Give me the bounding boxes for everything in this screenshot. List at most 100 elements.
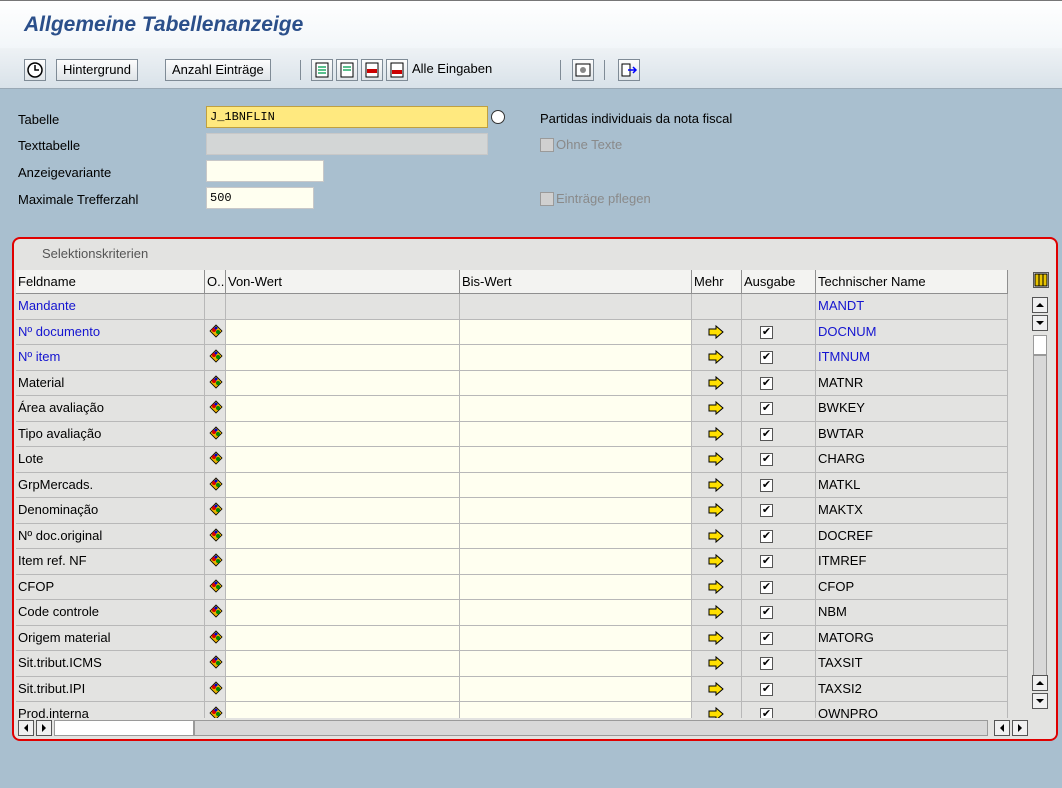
multiple-selection-arrow-icon[interactable] xyxy=(706,324,726,340)
horizontal-scrollbar[interactable] xyxy=(16,718,1056,738)
multiple-selection-arrow-icon[interactable] xyxy=(706,451,726,467)
bis-wert-input[interactable] xyxy=(460,319,692,345)
selection-option-cell[interactable] xyxy=(205,625,226,651)
selection-option-cell[interactable] xyxy=(205,600,226,626)
scroll-left-icon[interactable] xyxy=(18,720,34,736)
bis-wert-input[interactable] xyxy=(460,574,692,600)
bis-wert-input[interactable] xyxy=(460,447,692,473)
scroll-up-icon[interactable] xyxy=(1032,297,1048,313)
ausgabe-cell[interactable]: ✔ xyxy=(742,600,816,626)
von-wert-input[interactable] xyxy=(226,523,460,549)
hscroll-thumb[interactable] xyxy=(54,720,194,736)
bis-wert-input[interactable] xyxy=(460,523,692,549)
scroll-down-icon[interactable] xyxy=(1032,315,1048,331)
select-block-icon[interactable] xyxy=(361,59,383,81)
select-all-icon[interactable] xyxy=(311,59,333,81)
ausgabe-checkbox[interactable]: ✔ xyxy=(760,376,773,390)
multiple-selection-arrow-icon[interactable] xyxy=(706,426,726,442)
hscroll-track[interactable] xyxy=(194,720,988,736)
ausgabe-cell[interactable]: ✔ xyxy=(742,319,816,345)
selection-option-cell[interactable] xyxy=(205,574,226,600)
mehr-cell[interactable] xyxy=(692,319,742,345)
tabelle-input[interactable]: J_1BNFLIN xyxy=(206,106,488,128)
mehr-cell[interactable] xyxy=(692,498,742,524)
von-wert-input[interactable] xyxy=(226,421,460,447)
mehr-cell[interactable] xyxy=(692,472,742,498)
selection-option-cell[interactable] xyxy=(205,651,226,677)
selection-options-icon[interactable] xyxy=(208,450,224,472)
bis-wert-input[interactable] xyxy=(460,498,692,524)
ausgabe-checkbox[interactable]: ✔ xyxy=(760,529,773,543)
selection-option-cell[interactable] xyxy=(205,396,226,422)
ausgabe-cell[interactable]: ✔ xyxy=(742,625,816,651)
ausgabe-cell[interactable]: ✔ xyxy=(742,574,816,600)
execute-icon[interactable] xyxy=(24,59,46,81)
ausgabe-checkbox[interactable]: ✔ xyxy=(760,351,773,364)
scroll-track[interactable] xyxy=(1033,355,1047,685)
alle-eingaben-icon[interactable] xyxy=(386,59,408,81)
export-icon[interactable] xyxy=(618,59,640,81)
mehr-cell[interactable] xyxy=(692,447,742,473)
ausgabe-checkbox[interactable]: ✔ xyxy=(760,606,773,619)
multiple-selection-arrow-icon[interactable] xyxy=(706,655,726,671)
mehr-cell[interactable] xyxy=(692,651,742,677)
selection-option-cell[interactable] xyxy=(205,498,226,524)
selection-option-cell[interactable] xyxy=(205,676,226,702)
selection-option-cell[interactable] xyxy=(205,549,226,575)
column-header-ausgabe[interactable]: Ausgabe xyxy=(742,270,816,294)
ausgabe-checkbox[interactable]: ✔ xyxy=(760,478,773,492)
von-wert-input[interactable] xyxy=(226,651,460,677)
mehr-cell[interactable] xyxy=(692,421,742,447)
mehr-cell[interactable] xyxy=(692,523,742,549)
selection-options-icon[interactable] xyxy=(208,578,224,600)
mehr-cell[interactable] xyxy=(692,396,742,422)
bis-wert-input[interactable] xyxy=(460,345,692,371)
bis-wert-input[interactable] xyxy=(460,625,692,651)
ausgabe-cell[interactable]: ✔ xyxy=(742,370,816,396)
ausgabe-cell[interactable]: ✔ xyxy=(742,447,816,473)
max-trefferzahl-input[interactable]: 500 xyxy=(206,187,314,209)
selection-option-cell[interactable] xyxy=(205,345,226,371)
ausgabe-cell[interactable]: ✔ xyxy=(742,396,816,422)
multiple-selection-arrow-icon[interactable] xyxy=(706,553,726,569)
selection-options-icon[interactable] xyxy=(208,501,224,523)
ausgabe-cell[interactable]: ✔ xyxy=(742,421,816,447)
ausgabe-cell[interactable]: ✔ xyxy=(742,472,816,498)
hintergrund-button[interactable]: Hintergrund xyxy=(56,59,138,81)
ausgabe-checkbox[interactable]: ✔ xyxy=(760,631,773,645)
von-wert-input[interactable] xyxy=(226,625,460,651)
selection-options-icon[interactable] xyxy=(208,323,224,345)
anzahl-eintraege-button[interactable]: Anzahl Einträge xyxy=(165,59,271,81)
mehr-cell[interactable] xyxy=(692,625,742,651)
mehr-cell[interactable] xyxy=(692,676,742,702)
bis-wert-input[interactable] xyxy=(460,651,692,677)
selection-options-icon[interactable] xyxy=(208,654,224,676)
alle-eingaben-button[interactable]: Alle Eingaben xyxy=(408,59,498,81)
anzeigevariante-input[interactable] xyxy=(206,160,324,182)
ausgabe-cell[interactable]: ✔ xyxy=(742,498,816,524)
ausgabe-checkbox[interactable]: ✔ xyxy=(760,657,773,670)
vertical-scrollbar[interactable] xyxy=(1030,295,1052,715)
selection-option-cell[interactable] xyxy=(205,447,226,473)
selection-option-cell[interactable] xyxy=(205,472,226,498)
ausgabe-checkbox[interactable]: ✔ xyxy=(760,453,773,466)
scroll-up-icon[interactable] xyxy=(1032,675,1048,691)
column-header-technischer-name[interactable]: Technischer Name xyxy=(816,270,1008,294)
multiple-selection-arrow-icon[interactable] xyxy=(706,400,726,416)
ausgabe-cell[interactable]: ✔ xyxy=(742,651,816,677)
multiple-selection-arrow-icon[interactable] xyxy=(706,477,726,493)
selection-options-icon[interactable] xyxy=(208,552,224,574)
bis-wert-input[interactable] xyxy=(460,370,692,396)
multiple-selection-arrow-icon[interactable] xyxy=(706,681,726,697)
von-wert-input[interactable] xyxy=(226,447,460,473)
von-wert-input[interactable] xyxy=(226,345,460,371)
settings-icon[interactable] xyxy=(572,59,594,81)
column-header-option[interactable]: O.. xyxy=(205,270,226,294)
mehr-cell[interactable] xyxy=(692,370,742,396)
von-wert-input[interactable] xyxy=(226,498,460,524)
von-wert-input[interactable] xyxy=(226,549,460,575)
multiple-selection-arrow-icon[interactable] xyxy=(706,349,726,365)
selection-options-icon[interactable] xyxy=(208,680,224,702)
bis-wert-input[interactable] xyxy=(460,549,692,575)
column-config-icon[interactable] xyxy=(1033,272,1049,288)
